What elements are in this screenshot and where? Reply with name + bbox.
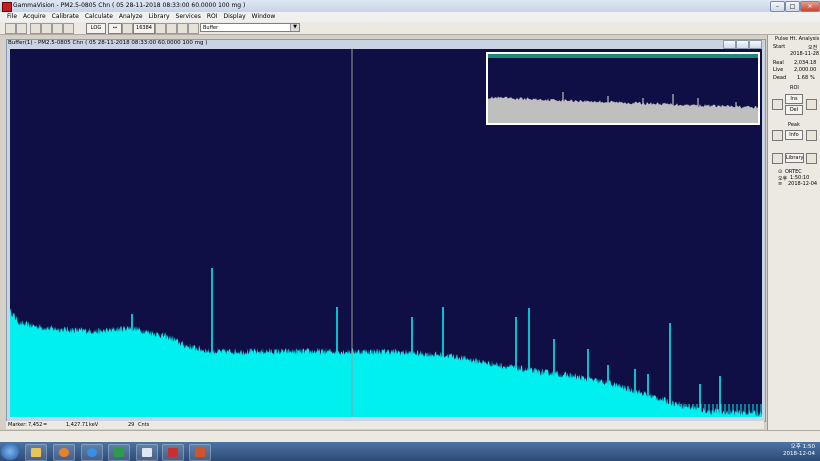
buffer-window-title: Buffer(1) - PM2.5-0805 Chn ( 05 28-11-20… (8, 40, 208, 46)
dead-label: Dead (773, 75, 787, 81)
channels-button[interactable]: 16384 (133, 23, 155, 34)
menu-window[interactable]: Window (249, 12, 279, 22)
live-label: Live (773, 67, 784, 73)
explorer-taskbar-icon[interactable] (25, 444, 47, 461)
real-label: Real (773, 60, 784, 66)
zoom-out-icon[interactable] (166, 23, 177, 34)
maximize-button[interactable]: □ (785, 1, 800, 12)
fine-zoom-icon[interactable] (188, 23, 199, 34)
roi-label: ROI (790, 85, 799, 91)
excel-taskbar-icon[interactable] (108, 444, 130, 461)
library-next-arrow-icon[interactable] (806, 153, 817, 164)
status-side-panel: Pulse Ht. Analysis Start 오전 2018-11-28 R… (767, 35, 820, 435)
marker-channel: 7,452 (28, 422, 43, 428)
roi-next-arrow-icon[interactable] (806, 99, 817, 110)
center-icon[interactable] (177, 23, 188, 34)
marker-equals: = (43, 422, 48, 428)
tray-time: 오후 1:50 (790, 444, 815, 450)
start-acquire-icon[interactable] (30, 23, 41, 34)
spectrum-counts-area (10, 308, 762, 417)
marker-counts: 29 (128, 422, 135, 428)
detector-select-value: Buffer (203, 25, 219, 31)
roi-insert-button[interactable]: Ins (785, 94, 803, 104)
peak-label: Peak (788, 122, 800, 128)
expand-arrow-button[interactable]: ↔ (108, 23, 122, 34)
clear-icon[interactable] (52, 23, 63, 34)
peak-prev-arrow-icon[interactable] (772, 130, 783, 141)
peak-info-button[interactable]: Info (785, 130, 803, 140)
dead-unit: % (810, 75, 815, 81)
menu-services[interactable]: Services (173, 12, 204, 22)
child-close-button[interactable] (749, 40, 762, 49)
log-scale-button[interactable]: LOG (86, 23, 106, 34)
tray-clock[interactable]: 오후 1:50 2018-12-04 (775, 444, 815, 458)
child-maximize-button[interactable] (736, 40, 749, 49)
start-date: 2018-11-28 (790, 51, 820, 57)
copy-buffer-icon[interactable] (63, 23, 74, 34)
start-label: Start (773, 44, 786, 50)
gammavision-taskbar-icon[interactable] (162, 444, 184, 461)
date-icon: ≡ (778, 181, 783, 187)
menu-calculate[interactable]: Calculate (82, 12, 116, 22)
overview-zoom-band[interactable] (488, 54, 758, 58)
pha-heading: Pulse Ht. Analysis (775, 36, 820, 42)
tray-date: 2018-12-04 (783, 451, 815, 457)
stop-acquire-icon[interactable] (41, 23, 52, 34)
close-button[interactable]: ✕ (800, 1, 820, 12)
minimize-button[interactable]: – (770, 1, 785, 12)
gammavision-app-icon[interactable] (2, 2, 12, 12)
chevron-down-icon[interactable]: ▼ (290, 24, 299, 31)
auto-scale-icon[interactable] (122, 23, 133, 34)
overview-counts-area (488, 96, 758, 123)
roi-delete-button[interactable]: Del (785, 105, 803, 115)
library-prev-arrow-icon[interactable] (772, 153, 783, 164)
menu-calibrate[interactable]: Calibrate (49, 12, 82, 22)
menu-acquire[interactable]: Acquire (20, 12, 49, 22)
live-value: 2,000.00 (794, 67, 817, 73)
detector-select[interactable]: Buffer ▼ (200, 23, 300, 32)
start-button[interactable] (1, 443, 19, 460)
dead-value: 1.68 (797, 75, 809, 81)
marker-status: Marker: 7,452 = 1,427.71 keV 29 Cnts (6, 421, 764, 429)
menu-file[interactable]: File (4, 12, 20, 22)
menu-library[interactable]: Library (146, 12, 173, 22)
media-player-taskbar-icon[interactable] (53, 444, 75, 461)
menu-analyze[interactable]: Analyze (116, 12, 146, 22)
panel-date: 2018-12-04 (788, 181, 818, 187)
library-button[interactable]: Library (785, 153, 804, 163)
roi-prev-arrow-icon[interactable] (772, 99, 783, 110)
spectrum-overview-inset[interactable] (486, 52, 760, 125)
zoom-in-icon[interactable] (155, 23, 166, 34)
window-title: GammaVision - PM2.5-0805 Chn ( 05 28-11-… (13, 2, 246, 9)
real-value: 2,034.18 (794, 60, 817, 66)
child-minimize-button[interactable] (723, 40, 736, 49)
overview-svg (488, 54, 758, 123)
marker-label: Marker: (8, 422, 27, 428)
peak-next-arrow-icon[interactable] (806, 130, 817, 141)
start-time: 오전 (808, 45, 818, 51)
open-file-icon[interactable] (5, 23, 16, 34)
menu-display[interactable]: Display (221, 12, 249, 22)
ie-browser-taskbar-icon[interactable] (81, 444, 103, 461)
marker-counts-unit: Cnts (138, 422, 150, 428)
save-file-icon[interactable] (16, 23, 27, 34)
marker-energy-unit: keV (89, 422, 99, 428)
menu-bar: File Acquire Calibrate Calculate Analyze Libr… (0, 12, 820, 22)
marker-energy: 1,427.71 (66, 422, 89, 428)
menu-roi[interactable]: ROI (204, 12, 221, 22)
app-taskbar-icon[interactable] (136, 444, 158, 461)
powerpoint-taskbar-icon[interactable] (189, 444, 211, 461)
